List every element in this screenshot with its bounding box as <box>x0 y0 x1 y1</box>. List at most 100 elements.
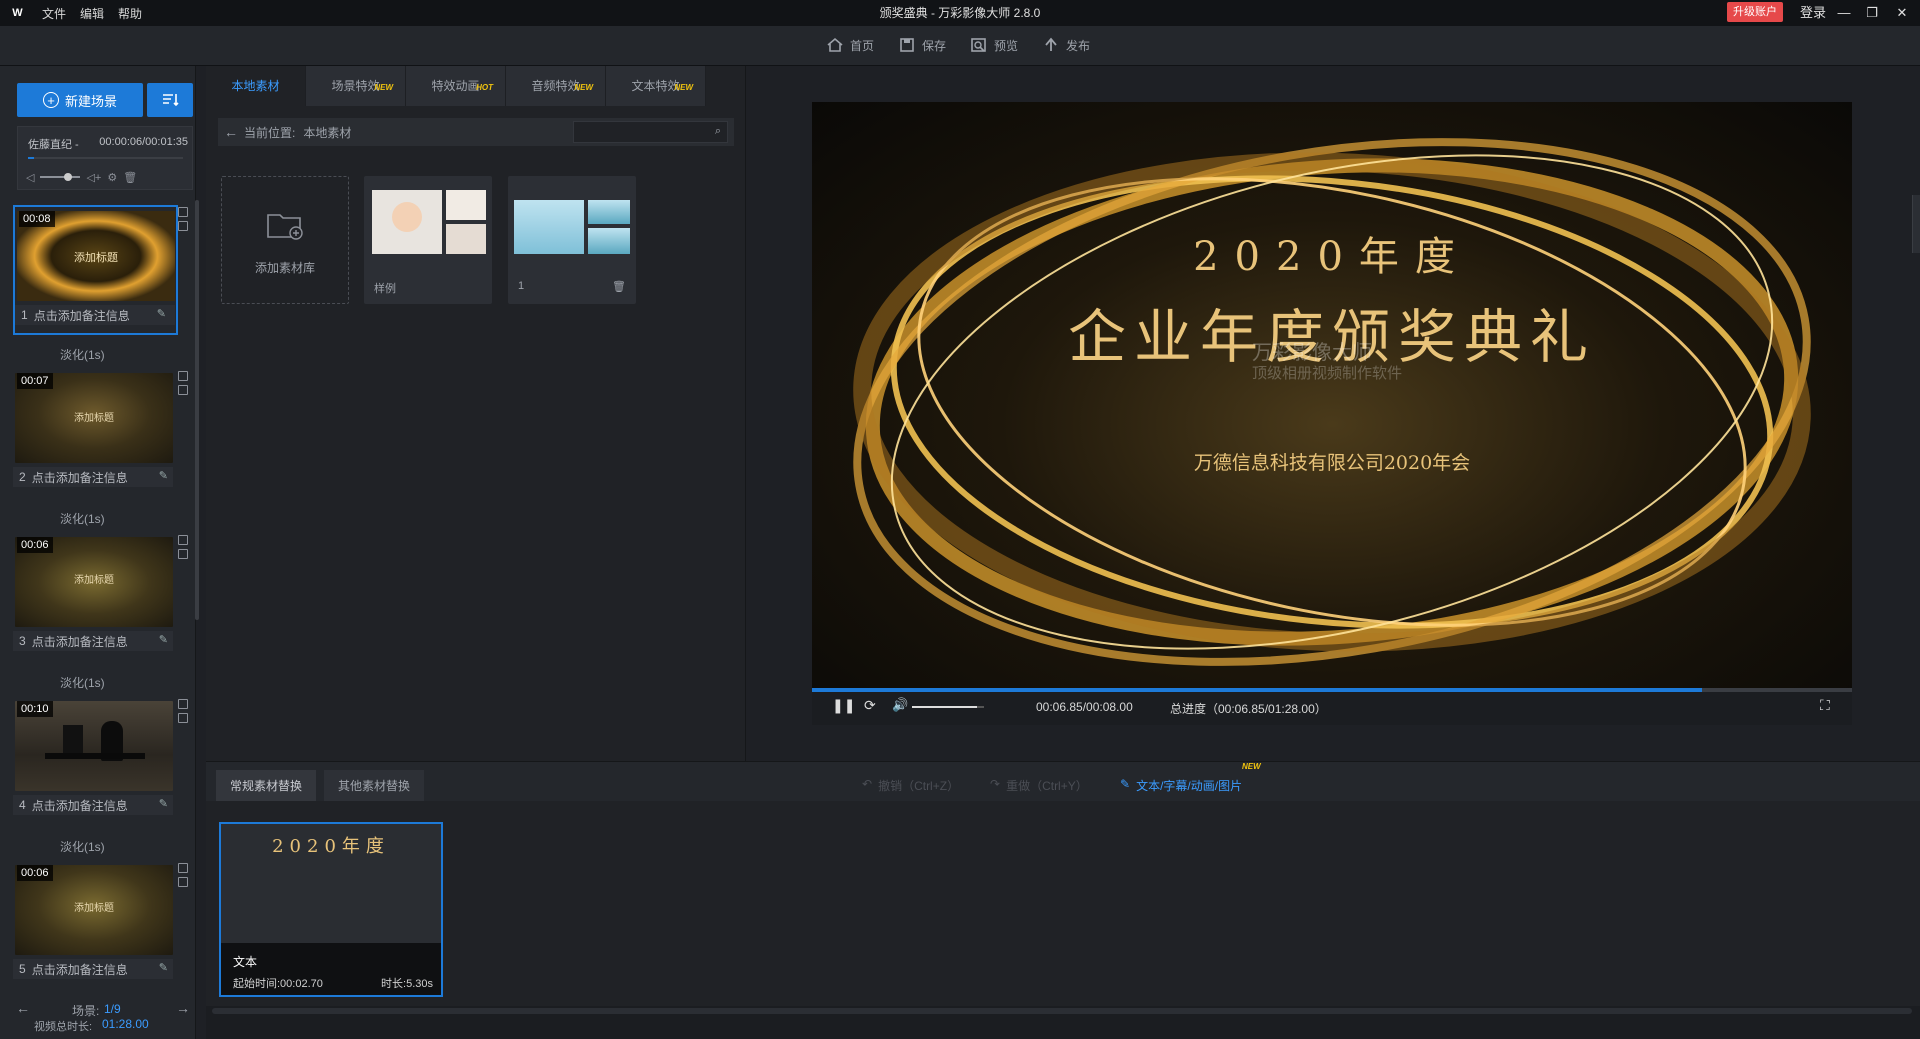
menu-edit[interactable]: 编辑 <box>80 5 104 22</box>
delete-icon[interactable] <box>178 699 188 709</box>
edit-note-icon[interactable]: ✎ <box>159 961 168 974</box>
card-type: 文本 <box>233 955 258 969</box>
new-scene-label: 新建场景 <box>64 93 117 109</box>
close-icon[interactable]: ✕ <box>1890 0 1914 26</box>
delete-icon[interactable]: 🗑 <box>123 171 137 184</box>
volume-up-icon[interactable]: ◁+ <box>86 171 101 184</box>
copy-icon[interactable] <box>178 877 188 887</box>
scene-item-1[interactable]: 添加标题 00:08 1 点击添加备注信息 ✎ <box>13 205 178 335</box>
baby-photo-thumbnail <box>372 190 442 254</box>
side-panel-handle[interactable] <box>1912 195 1920 253</box>
edit-content-button[interactable]: ✎ 文本/字幕/动画/图片 <box>1120 777 1242 794</box>
scene-count: 1/9 <box>104 1002 121 1016</box>
text-element-card[interactable]: 2020年度 文本 起始时间:00:02.70 时长:5.30s <box>219 822 443 997</box>
material-search-input[interactable]: ⌕ <box>573 121 728 143</box>
tab-other-replace[interactable]: 其他素材替换 <box>324 770 425 802</box>
undo-button[interactable]: ↶ 撤销（Ctrl+Z） <box>862 777 959 794</box>
scene-item-4[interactable]: 00:10 4 点击添加备注信息 ✎ <box>13 697 178 827</box>
redo-button[interactable]: ↷ 重做（Ctrl+Y） <box>990 777 1088 794</box>
copy-icon[interactable] <box>178 385 188 395</box>
playback-progress-bar[interactable] <box>812 688 1852 692</box>
settings-icon[interactable]: ⚙ <box>107 171 117 184</box>
volume-icon[interactable]: 🔊 <box>892 697 908 713</box>
redo-label: 重做（Ctrl+Y） <box>1006 779 1088 793</box>
folder-sample[interactable]: 样例 <box>364 176 492 304</box>
music-volume-slider[interactable] <box>40 173 81 181</box>
edit-note-icon[interactable]: ✎ <box>157 307 166 320</box>
copy-icon[interactable] <box>178 221 188 231</box>
edit-note-icon[interactable]: ✎ <box>159 797 168 810</box>
volume-down-icon[interactable]: ◁ <box>26 171 34 184</box>
delete-icon[interactable]: 🗑 <box>612 280 626 293</box>
edit-note-icon[interactable]: ✎ <box>159 633 168 646</box>
scene-4-actions <box>178 699 188 723</box>
hot-badge: HOT <box>476 83 493 92</box>
scene-caption[interactable]: 5 点击添加备注信息 <box>13 959 173 979</box>
scene-caption[interactable]: 3 点击添加备注信息 <box>13 631 173 651</box>
delete-icon[interactable] <box>178 371 188 381</box>
tab-text-effects[interactable]: 文本特效 NEW <box>606 66 706 106</box>
transition-label[interactable]: 淡化(1s) <box>60 346 105 363</box>
pause-icon[interactable]: ❚❚ <box>832 697 855 714</box>
home-button[interactable]: 首页 <box>826 36 874 54</box>
transition-label[interactable]: 淡化(1s) <box>60 838 105 855</box>
scene-note: 点击添加备注信息 <box>31 962 128 977</box>
scene-caption[interactable]: 1 点击添加备注信息 <box>15 305 175 325</box>
tab-effect-animation[interactable]: 特效动画 HOT <box>406 66 506 106</box>
new-scene-button[interactable]: + 新建场景 <box>17 83 143 117</box>
scene-item-5[interactable]: 添加标题 00:06 5 点击添加备注信息 ✎ <box>13 861 178 991</box>
folder-1[interactable]: 1 🗑 <box>508 176 636 304</box>
upgrade-button[interactable]: 升级账户 <box>1727 2 1783 22</box>
prev-scene-arrow-icon[interactable]: ← <box>16 1000 30 1016</box>
restore-icon[interactable]: ❐ <box>1860 0 1884 26</box>
scene-3-actions <box>178 535 188 559</box>
scene-note: 点击添加备注信息 <box>31 470 128 485</box>
volume-slider[interactable] <box>912 706 984 708</box>
new-badge: NEW <box>374 83 393 92</box>
copy-icon[interactable] <box>178 713 188 723</box>
scene-duration: 00:06 <box>17 865 53 881</box>
card-info: 文本 起始时间:00:02.70 时长:5.30s <box>221 943 441 995</box>
tab-audio-effects[interactable]: 音频特效 NEW <box>506 66 606 106</box>
music-progress[interactable] <box>28 157 183 159</box>
tab-regular-replace[interactable]: 常规素材替换 <box>216 770 317 802</box>
scene-caption[interactable]: 4 点击添加备注信息 <box>13 795 173 815</box>
card-preview-text: 2020年度 <box>272 836 390 857</box>
edit-note-icon[interactable]: ✎ <box>159 469 168 482</box>
search-icon[interactable]: ⌕ <box>715 125 721 138</box>
scene-navigator: ← 场景: 1/9 → 视频总时长: 01:28.00 <box>10 1000 192 1036</box>
home-label: 首页 <box>850 38 875 53</box>
tab-local-material[interactable]: 本地素材 <box>206 66 306 106</box>
scene-list-scrollbar[interactable] <box>195 200 199 620</box>
horizontal-scrollbar[interactable] <box>212 1008 1912 1014</box>
delete-icon[interactable] <box>178 863 188 873</box>
menu-help[interactable]: 帮助 <box>118 5 142 22</box>
add-library-button[interactable]: 添加素材库 <box>221 176 349 304</box>
scene-order-button[interactable] <box>147 83 193 117</box>
scene-item-3[interactable]: 添加标题 00:06 3 点击添加备注信息 ✎ <box>13 533 178 663</box>
location-label: 当前位置: <box>244 125 296 140</box>
transition-label[interactable]: 淡化(1s) <box>60 510 105 527</box>
replay-icon[interactable]: ⟳ <box>864 697 876 714</box>
tab-scene-effects[interactable]: 场景特效 NEW <box>306 66 406 106</box>
copy-icon[interactable] <box>178 549 188 559</box>
delete-icon[interactable] <box>178 535 188 545</box>
back-arrow-icon[interactable]: ← <box>224 124 238 140</box>
video-frame[interactable]: 2020年度 企业年度颁奖典礼 万德信息科技有限公司2020年会 万彩影像大师 … <box>812 102 1852 688</box>
scene-item-2[interactable]: 添加标题 00:07 2 点击添加备注信息 ✎ <box>13 369 178 499</box>
minimize-icon[interactable]: — <box>1832 0 1856 26</box>
menu-file[interactable]: 文件 <box>42 5 66 22</box>
music-time: 00:00:06/00:01:35 <box>99 136 188 148</box>
delete-icon[interactable] <box>178 207 188 217</box>
preview-button[interactable]: 预览 <box>970 36 1018 54</box>
background-music-box[interactable]: 佐藤直纪 - 00:00:06/00:01:35 ◁ ◁+ ⚙ 🗑 <box>17 126 193 190</box>
save-button[interactable]: 保存 <box>898 36 946 54</box>
fullscreen-icon[interactable]: ⛶ <box>1820 697 1830 714</box>
transition-label[interactable]: 淡化(1s) <box>60 674 105 691</box>
login-button[interactable]: 登录 <box>1800 0 1826 26</box>
preview-year-text: 2020年度 <box>1193 234 1471 280</box>
scene-number: 1 <box>21 308 28 322</box>
publish-button[interactable]: 发布 <box>1042 36 1090 54</box>
next-scene-arrow-icon[interactable]: → <box>176 1000 190 1016</box>
scene-caption[interactable]: 2 点击添加备注信息 <box>13 467 173 487</box>
